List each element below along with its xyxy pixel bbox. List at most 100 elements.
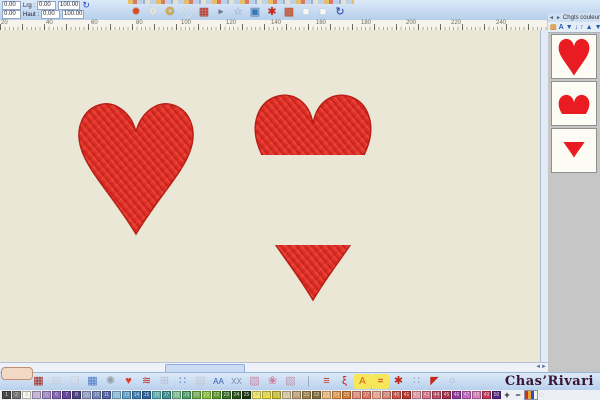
palette-swatch[interactable]: 21 — [202, 391, 211, 399]
swatch-icon[interactable]: ▥ — [550, 23, 557, 32]
heart-pattern-icon[interactable]: ♥ — [120, 374, 137, 389]
palette-swatch[interactable]: 1 — [2, 391, 11, 399]
palette-swatch[interactable]: 31 — [302, 391, 311, 399]
rotate-icon[interactable]: ↻ — [82, 1, 90, 10]
blue-check-pattern-icon[interactable]: ▦ — [84, 374, 101, 389]
palette-swatch[interactable]: 3 — [22, 391, 31, 399]
palette-swatch[interactable]: 29 — [282, 391, 291, 399]
layers-pattern-icon[interactable]: ❏ — [66, 374, 83, 389]
palette-swatch[interactable]: 8 — [72, 391, 81, 399]
star-outline-icon[interactable]: ☆ — [230, 4, 246, 20]
arrow-up-icon[interactable]: ↑ — [580, 23, 584, 32]
equals-icon[interactable]: = — [372, 374, 389, 389]
pink-weave-icon[interactable]: ▧ — [282, 374, 299, 389]
palette-swatch[interactable]: 41 — [402, 391, 411, 399]
palette-swatch[interactable]: 15 — [142, 391, 151, 399]
scrollbar-arrows[interactable]: ◄► — [535, 363, 547, 372]
palette-swatch[interactable]: 36 — [352, 391, 361, 399]
empty-color-icon[interactable]: ◌ — [539, 391, 544, 399]
red-flower-icon[interactable]: ✱ — [390, 374, 407, 389]
panel-next-icon[interactable]: ► — [556, 15, 561, 21]
palette-swatch[interactable]: 39 — [382, 391, 391, 399]
palette-swatch[interactable]: 50 — [492, 391, 501, 399]
heart-split-top-object[interactable] — [253, 88, 373, 155]
palette-swatch[interactable]: 5 — [42, 391, 51, 399]
blank-page-icon[interactable]: ■ — [298, 4, 314, 20]
circle-icon[interactable]: ○ — [444, 374, 461, 389]
height-field[interactable]: 0.00 — [41, 10, 60, 19]
height-percent-field[interactable]: 100.00 — [62, 10, 84, 19]
palette-swatch[interactable]: 6 — [52, 391, 61, 399]
pink-flower-icon[interactable]: ❀ — [264, 374, 281, 389]
palette-swatch[interactable]: 30 — [292, 391, 301, 399]
palette-swatch[interactable]: 4 — [32, 391, 41, 399]
width-field[interactable]: 0.00 — [37, 1, 56, 10]
palette-swatch[interactable]: 10 — [92, 391, 101, 399]
waves-pattern-icon[interactable]: ≋ — [138, 374, 155, 389]
palette-swatch[interactable]: 34 — [332, 391, 341, 399]
star-spark-icon[interactable]: ❂ — [162, 4, 178, 20]
remove-color-button[interactable]: − — [513, 390, 523, 400]
palette-swatch[interactable]: 12 — [112, 391, 121, 399]
palette-swatch[interactable]: 20 — [192, 391, 201, 399]
palette-swatch[interactable]: 23 — [222, 391, 231, 399]
palette-swatch[interactable]: 18 — [172, 391, 181, 399]
squares-pattern-icon[interactable]: ⊞ — [156, 374, 173, 389]
stacked-lines-icon[interactable]: ≡ — [318, 374, 335, 389]
palette-swatch[interactable]: 2 — [12, 391, 21, 399]
scroll-right-icon[interactable]: ► — [541, 364, 547, 370]
palette-swatch[interactable]: 26 — [252, 391, 261, 399]
palette-swatch[interactable]: 32 — [312, 391, 321, 399]
palette-swatch[interactable]: 49 — [482, 391, 491, 399]
thumb-heart-bottom[interactable] — [551, 128, 597, 173]
width-percent-field[interactable]: 100.00 — [58, 1, 80, 10]
sort-up-icon[interactable]: ▲ — [586, 23, 593, 32]
light-grid-pattern-icon[interactable]: ▤ — [48, 374, 65, 389]
palette-swatch[interactable]: 22 — [212, 391, 221, 399]
design-canvas[interactable] — [0, 30, 540, 362]
palette-swatch[interactable]: 40 — [392, 391, 401, 399]
palette-swatch[interactable]: 42 — [412, 391, 421, 399]
palette-swatch[interactable]: 24 — [232, 391, 241, 399]
palette-swatch[interactable]: 17 — [162, 391, 171, 399]
x-position-field[interactable]: 0.00 — [2, 1, 21, 10]
palette-swatch[interactable]: 43 — [422, 391, 431, 399]
letters-aa-icon[interactable]: AA — [210, 374, 227, 389]
fill-grid-icon[interactable]: ▦ — [196, 4, 212, 20]
flag-icon[interactable]: ◤ — [426, 374, 443, 389]
lines-pattern-icon[interactable]: ▤ — [192, 374, 209, 389]
red-wheel-icon[interactable]: ✱ — [264, 4, 280, 20]
panel-prev-icon[interactable]: ◄ — [549, 15, 554, 21]
palette-swatch[interactable]: 35 — [342, 391, 351, 399]
y-position-field[interactable]: 0.00 — [2, 10, 21, 19]
sort-a-icon[interactable]: A — [559, 23, 564, 32]
palette-swatch[interactable]: 37 — [362, 391, 371, 399]
ellipse-tool-icon[interactable]: ◯ — [179, 4, 195, 20]
palette-swatch[interactable]: 7 — [62, 391, 71, 399]
palette-swatch[interactable]: 19 — [182, 391, 191, 399]
palette-swatch[interactable]: 16 — [152, 391, 161, 399]
white-flower-icon[interactable]: ❁ — [145, 4, 161, 20]
palette-swatch[interactable]: 28 — [272, 391, 281, 399]
thumb-heart-top[interactable] — [551, 81, 597, 126]
blank-page-icon-2[interactable]: ■ — [315, 4, 331, 20]
checker-icon[interactable]: ▩ — [281, 4, 297, 20]
thread-brand-icon[interactable] — [524, 390, 538, 400]
sort-down-icon[interactable]: ▼ — [566, 23, 573, 32]
thumb-heart-full[interactable] — [551, 34, 597, 79]
palette-swatch[interactable]: 46 — [452, 391, 461, 399]
palette-swatch[interactable]: 48 — [472, 391, 481, 399]
image-icon[interactable]: ▣ — [247, 4, 263, 20]
heart-full-object[interactable] — [75, 94, 197, 240]
add-color-button[interactable]: + — [502, 390, 512, 400]
dots-pattern-icon[interactable]: ∷ — [174, 374, 191, 389]
palette-swatch[interactable]: 14 — [132, 391, 141, 399]
palette-swatch[interactable]: 33 — [322, 391, 331, 399]
letter-a-icon[interactable]: A — [354, 374, 371, 389]
palette-swatch[interactable]: 25 — [242, 391, 251, 399]
palette-swatch[interactable]: 11 — [102, 391, 111, 399]
arrow-down-icon[interactable]: ↓ — [575, 23, 579, 32]
cursor-icon[interactable]: ► — [213, 4, 229, 20]
gray-dots-icon[interactable]: ∷ — [408, 374, 425, 389]
palette-swatch[interactable]: 13 — [122, 391, 131, 399]
